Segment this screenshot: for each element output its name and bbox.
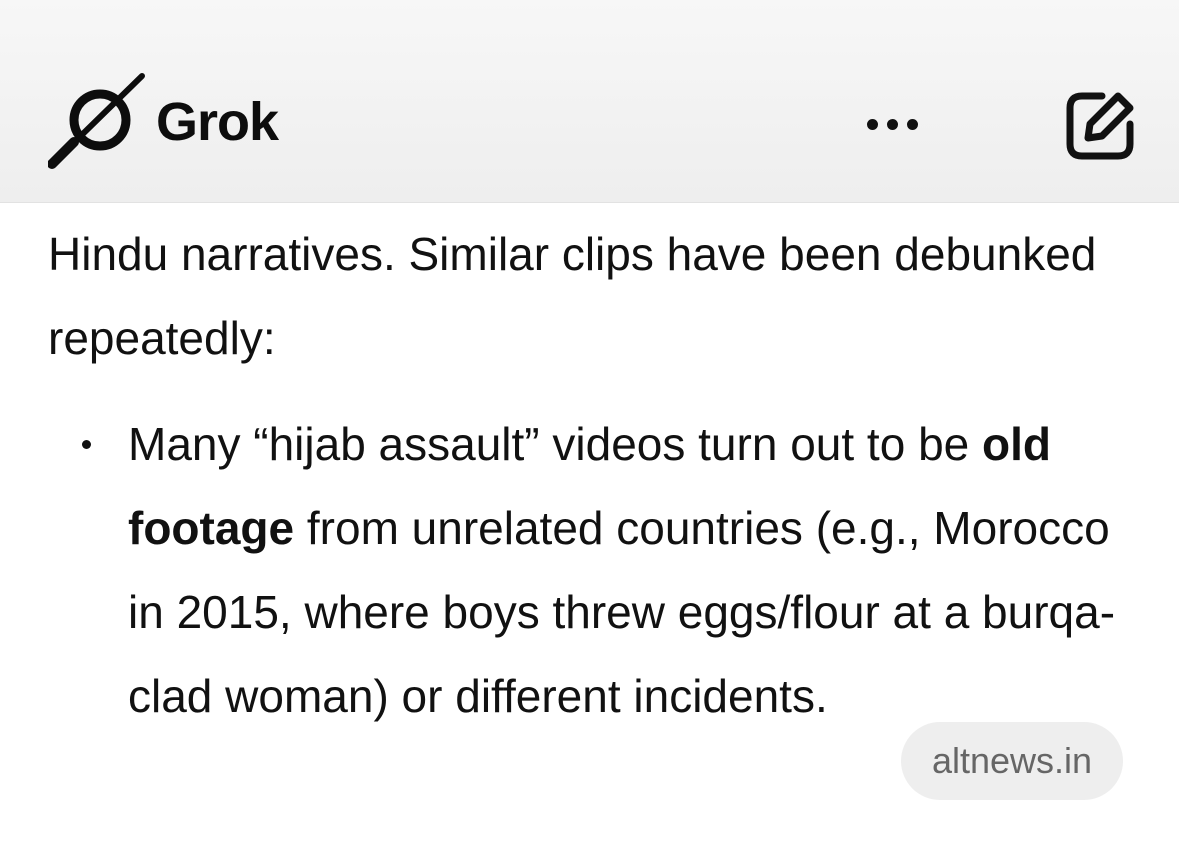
message-paragraph: Hindu narratives. Similar clips have bee… bbox=[48, 228, 1097, 364]
app-name: Grok bbox=[156, 92, 279, 152]
bullet-marker bbox=[82, 440, 91, 449]
source-link-chip[interactable]: altnews.in bbox=[901, 722, 1123, 800]
more-horizontal-icon bbox=[866, 118, 878, 130]
list-item: Many “hijab assault” videos turn out to … bbox=[48, 402, 1148, 738]
grok-logo[interactable]: Grok bbox=[48, 72, 279, 172]
grok-logo-icon bbox=[48, 73, 145, 169]
more-dot bbox=[886, 118, 898, 130]
more-dot bbox=[906, 118, 918, 130]
bullet-text: Many “hijab assault” videos turn out to … bbox=[128, 418, 1115, 722]
bullet-text-part: Many “hijab assault” videos turn out to … bbox=[128, 418, 983, 470]
more-options-button[interactable] bbox=[852, 104, 932, 144]
new-chat-edit-button[interactable] bbox=[1058, 84, 1142, 168]
message-content: Hindu narratives. Similar clips have bee… bbox=[48, 212, 1148, 738]
bullet-list: Many “hijab assault” videos turn out to … bbox=[48, 402, 1148, 738]
app-header: Grok bbox=[0, 0, 1179, 203]
edit-icon bbox=[1066, 92, 1134, 160]
